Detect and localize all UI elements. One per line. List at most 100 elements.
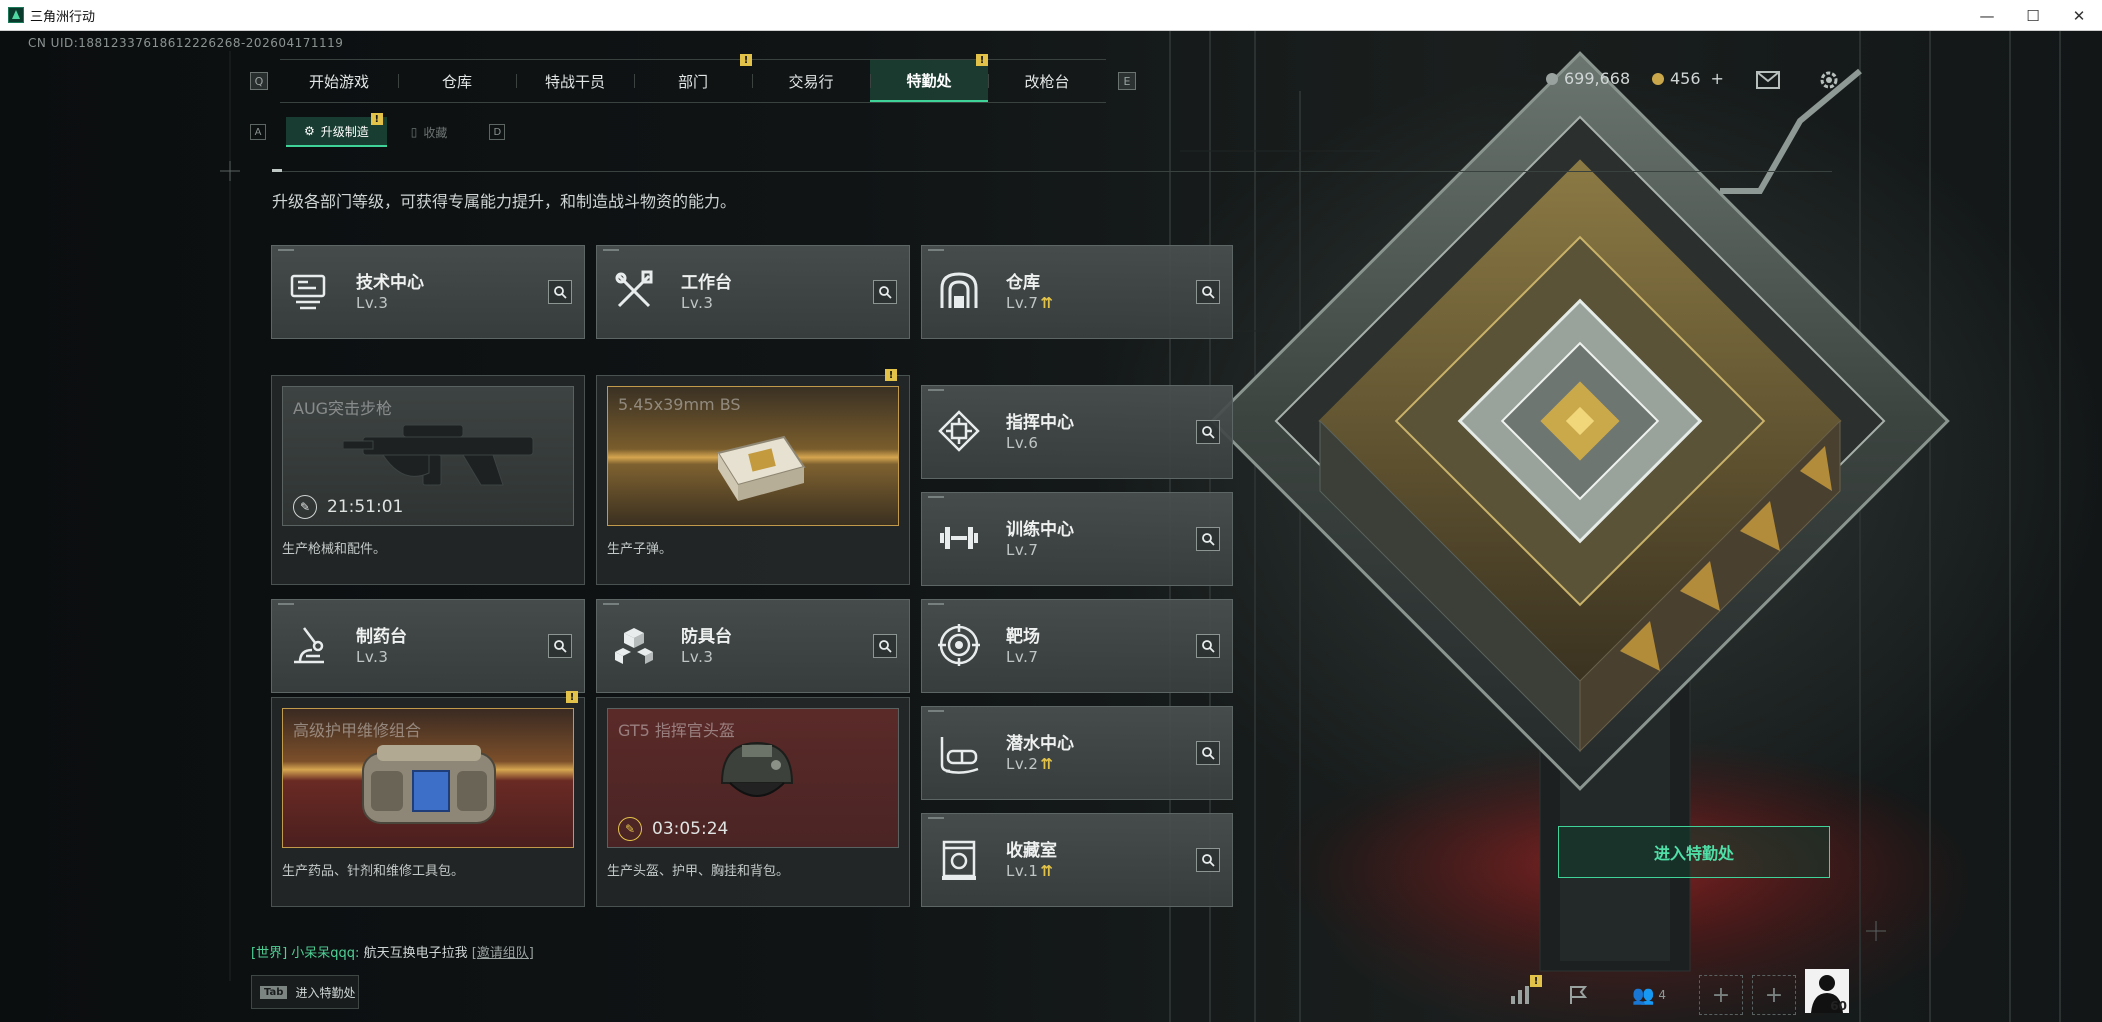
inspect-button[interactable]: [1196, 741, 1220, 765]
tab-start-game[interactable]: 开始游戏: [280, 60, 398, 102]
currency-coins[interactable]: 699,668: [1546, 69, 1630, 88]
window-controls: — ☐ ✕: [1964, 0, 2102, 31]
command-center-icon: [938, 410, 980, 452]
party-slot-2[interactable]: +: [1752, 975, 1796, 1015]
upgrade-available-icon: ⇈: [1040, 862, 1054, 880]
token-icon: [1652, 72, 1664, 85]
mail-icon[interactable]: [1755, 67, 1781, 93]
invite-link[interactable]: [邀请组队]: [472, 946, 534, 961]
add-currency-button[interactable]: +: [1711, 69, 1724, 88]
subnav-prev-key[interactable]: A: [250, 124, 266, 140]
production-slot[interactable]: 高级护甲维修组合: [282, 708, 574, 848]
subtab-upgrade-craft[interactable]: ⚙ 升级制造 !: [286, 113, 387, 147]
facility-level: Lv.3: [681, 294, 714, 312]
nav-next-key[interactable]: E: [1118, 72, 1136, 90]
production-slot[interactable]: 5.45x39mm BS: [607, 386, 899, 526]
flag-icon[interactable]: [1562, 975, 1596, 1015]
search-icon: [879, 640, 892, 653]
production-description: 生产子弹。: [607, 542, 673, 557]
inspect-button[interactable]: [1196, 634, 1220, 658]
inspect-button[interactable]: [1196, 420, 1220, 444]
facility-name: 工作台: [681, 273, 732, 293]
nav-prev-key[interactable]: Q: [250, 72, 268, 90]
facility-card-training-center[interactable]: 训练中心 Lv.7: [921, 492, 1233, 586]
facility-level: Lv.2 ⇈: [1006, 755, 1054, 773]
wrench-icon: ✎: [618, 817, 642, 841]
production-slot[interactable]: GT5 指挥官头盔 ✎ 03:05:24: [607, 708, 899, 848]
tab-gunsmith[interactable]: 改枪台: [988, 60, 1106, 102]
helmet-image: [720, 741, 794, 797]
main-nav: Q 开始游戏 仓库 特战干员 部门 ! 交易行 特勤处 ! 改枪台 E: [250, 54, 1136, 103]
tab-operators[interactable]: 特战干员: [516, 60, 634, 102]
chat-line[interactable]: [世界] 小呆呆qqq: 航天互换电子拉我 [邀请组队]: [251, 942, 534, 961]
subtab-collection[interactable]: ▯ 收藏: [393, 117, 466, 147]
ready-badge: !: [885, 369, 897, 381]
window-titlebar: 三角洲行动 — ☐ ✕: [0, 0, 2102, 31]
facility-name: 潜水中心: [1006, 734, 1074, 754]
facility-card-shooting-range[interactable]: 靶场 Lv.7: [921, 599, 1233, 693]
minimize-button[interactable]: —: [1964, 0, 2010, 31]
facility-card-diving-center[interactable]: 潜水中心 Lv.2 ⇈: [921, 706, 1233, 800]
notification-badge: !: [370, 113, 383, 125]
tab-special-ops[interactable]: 特勤处 !: [870, 54, 988, 102]
tab-departments[interactable]: 部门 !: [634, 54, 752, 102]
production-panel-workbench[interactable]: 5.45x39mm BS ! 生产子弹。: [596, 369, 910, 585]
stats-icon[interactable]: !: [1504, 975, 1542, 1015]
upgrade-available-icon: ⇈: [1040, 294, 1054, 312]
chat-message: 航天互换电子拉我: [363, 946, 472, 961]
main-tabs: 开始游戏 仓库 特战干员 部门 ! 交易行 特勤处 ! 改枪台: [280, 54, 1106, 103]
craft-icon: ⚙: [304, 124, 315, 138]
facility-card-command-center[interactable]: 指挥中心 Lv.6: [921, 385, 1233, 479]
tab-key-hint[interactable]: Tab 进入特勤处: [251, 975, 359, 1009]
player-avatar[interactable]: 60: [1805, 969, 1849, 1013]
currency-tokens[interactable]: 456 +: [1652, 69, 1724, 88]
production-description: 生产药品、针剂和维修工具包。: [282, 864, 465, 879]
tech-center-icon: [290, 274, 326, 310]
party-slot-1[interactable]: +: [1699, 975, 1743, 1015]
facility-card-collection-room[interactable]: 收藏室 Lv.1 ⇈: [921, 813, 1233, 907]
inspect-button[interactable]: [873, 634, 897, 658]
facility-card-armor-bench[interactable]: 防具台 Lv.3: [596, 599, 910, 693]
chat-user[interactable]: 小呆呆qqq:: [291, 946, 359, 961]
workbench-icon: [615, 270, 653, 308]
facility-card-workbench[interactable]: 工作台 Lv.3: [596, 245, 910, 339]
inspect-button[interactable]: [1196, 527, 1220, 551]
subnav-next-key[interactable]: D: [489, 124, 506, 140]
facility-name: 训练中心: [1006, 520, 1074, 540]
facility-name: 收藏室: [1006, 841, 1057, 861]
inspect-button[interactable]: [1196, 848, 1220, 872]
facility-card-warehouse[interactable]: 仓库 Lv.7 ⇈: [921, 245, 1233, 339]
inspect-button[interactable]: [1196, 280, 1220, 304]
facility-name: 仓库: [1006, 273, 1040, 293]
player-uid: CN UID:18812337618612226268-202604171119: [28, 36, 344, 50]
wrench-icon: ✎: [293, 495, 317, 519]
inspect-button[interactable]: [873, 280, 897, 304]
plus-icon: +: [1699, 975, 1743, 1015]
facility-level: Lv.7: [1006, 541, 1039, 559]
collection-room-icon: [942, 840, 976, 880]
settings-gear-icon[interactable]: [1816, 67, 1842, 93]
close-button[interactable]: ✕: [2056, 0, 2102, 31]
repair-kit-image: [362, 745, 496, 824]
notification-badge: !: [740, 54, 752, 66]
friends-button[interactable]: 👥 4: [1626, 975, 1672, 1015]
facility-card-pharmacy[interactable]: 制药台 Lv.3: [271, 599, 585, 693]
inspect-button[interactable]: [548, 634, 572, 658]
collection-icon: ▯: [410, 125, 418, 139]
enter-special-ops-button[interactable]: 进入特勤处: [1558, 826, 1830, 878]
friends-icon: 👥: [1631, 984, 1655, 1006]
facility-level: Lv.3: [681, 648, 714, 666]
maximize-button[interactable]: ☐: [2010, 0, 2056, 31]
inspect-button[interactable]: [548, 280, 572, 304]
production-panel-tech-center[interactable]: AUG突击步枪 ✎ 21:51:01 生产枪械和配件。: [271, 375, 585, 585]
production-slot[interactable]: AUG突击步枪 ✎ 21:51:01: [282, 386, 574, 526]
sub-nav: A ⚙ 升级制造 ! ▯ 收藏 D: [250, 113, 506, 148]
production-panel-armor-bench[interactable]: GT5 指挥官头盔 ✎ 03:05:24 生产头盔、护甲、胸挂和背包。: [596, 697, 910, 907]
facility-level: Lv.3: [356, 294, 389, 312]
search-icon: [1202, 854, 1215, 867]
tab-warehouse[interactable]: 仓库: [398, 60, 516, 102]
facility-card-tech-center[interactable]: 技术中心 Lv.3: [271, 245, 585, 339]
production-item-name: 5.45x39mm BS: [618, 395, 741, 414]
tab-trading[interactable]: 交易行: [752, 60, 870, 102]
production-panel-pharmacy[interactable]: 高级护甲维修组合 ! 生产药品、针剂和维修工具包。: [271, 691, 585, 907]
